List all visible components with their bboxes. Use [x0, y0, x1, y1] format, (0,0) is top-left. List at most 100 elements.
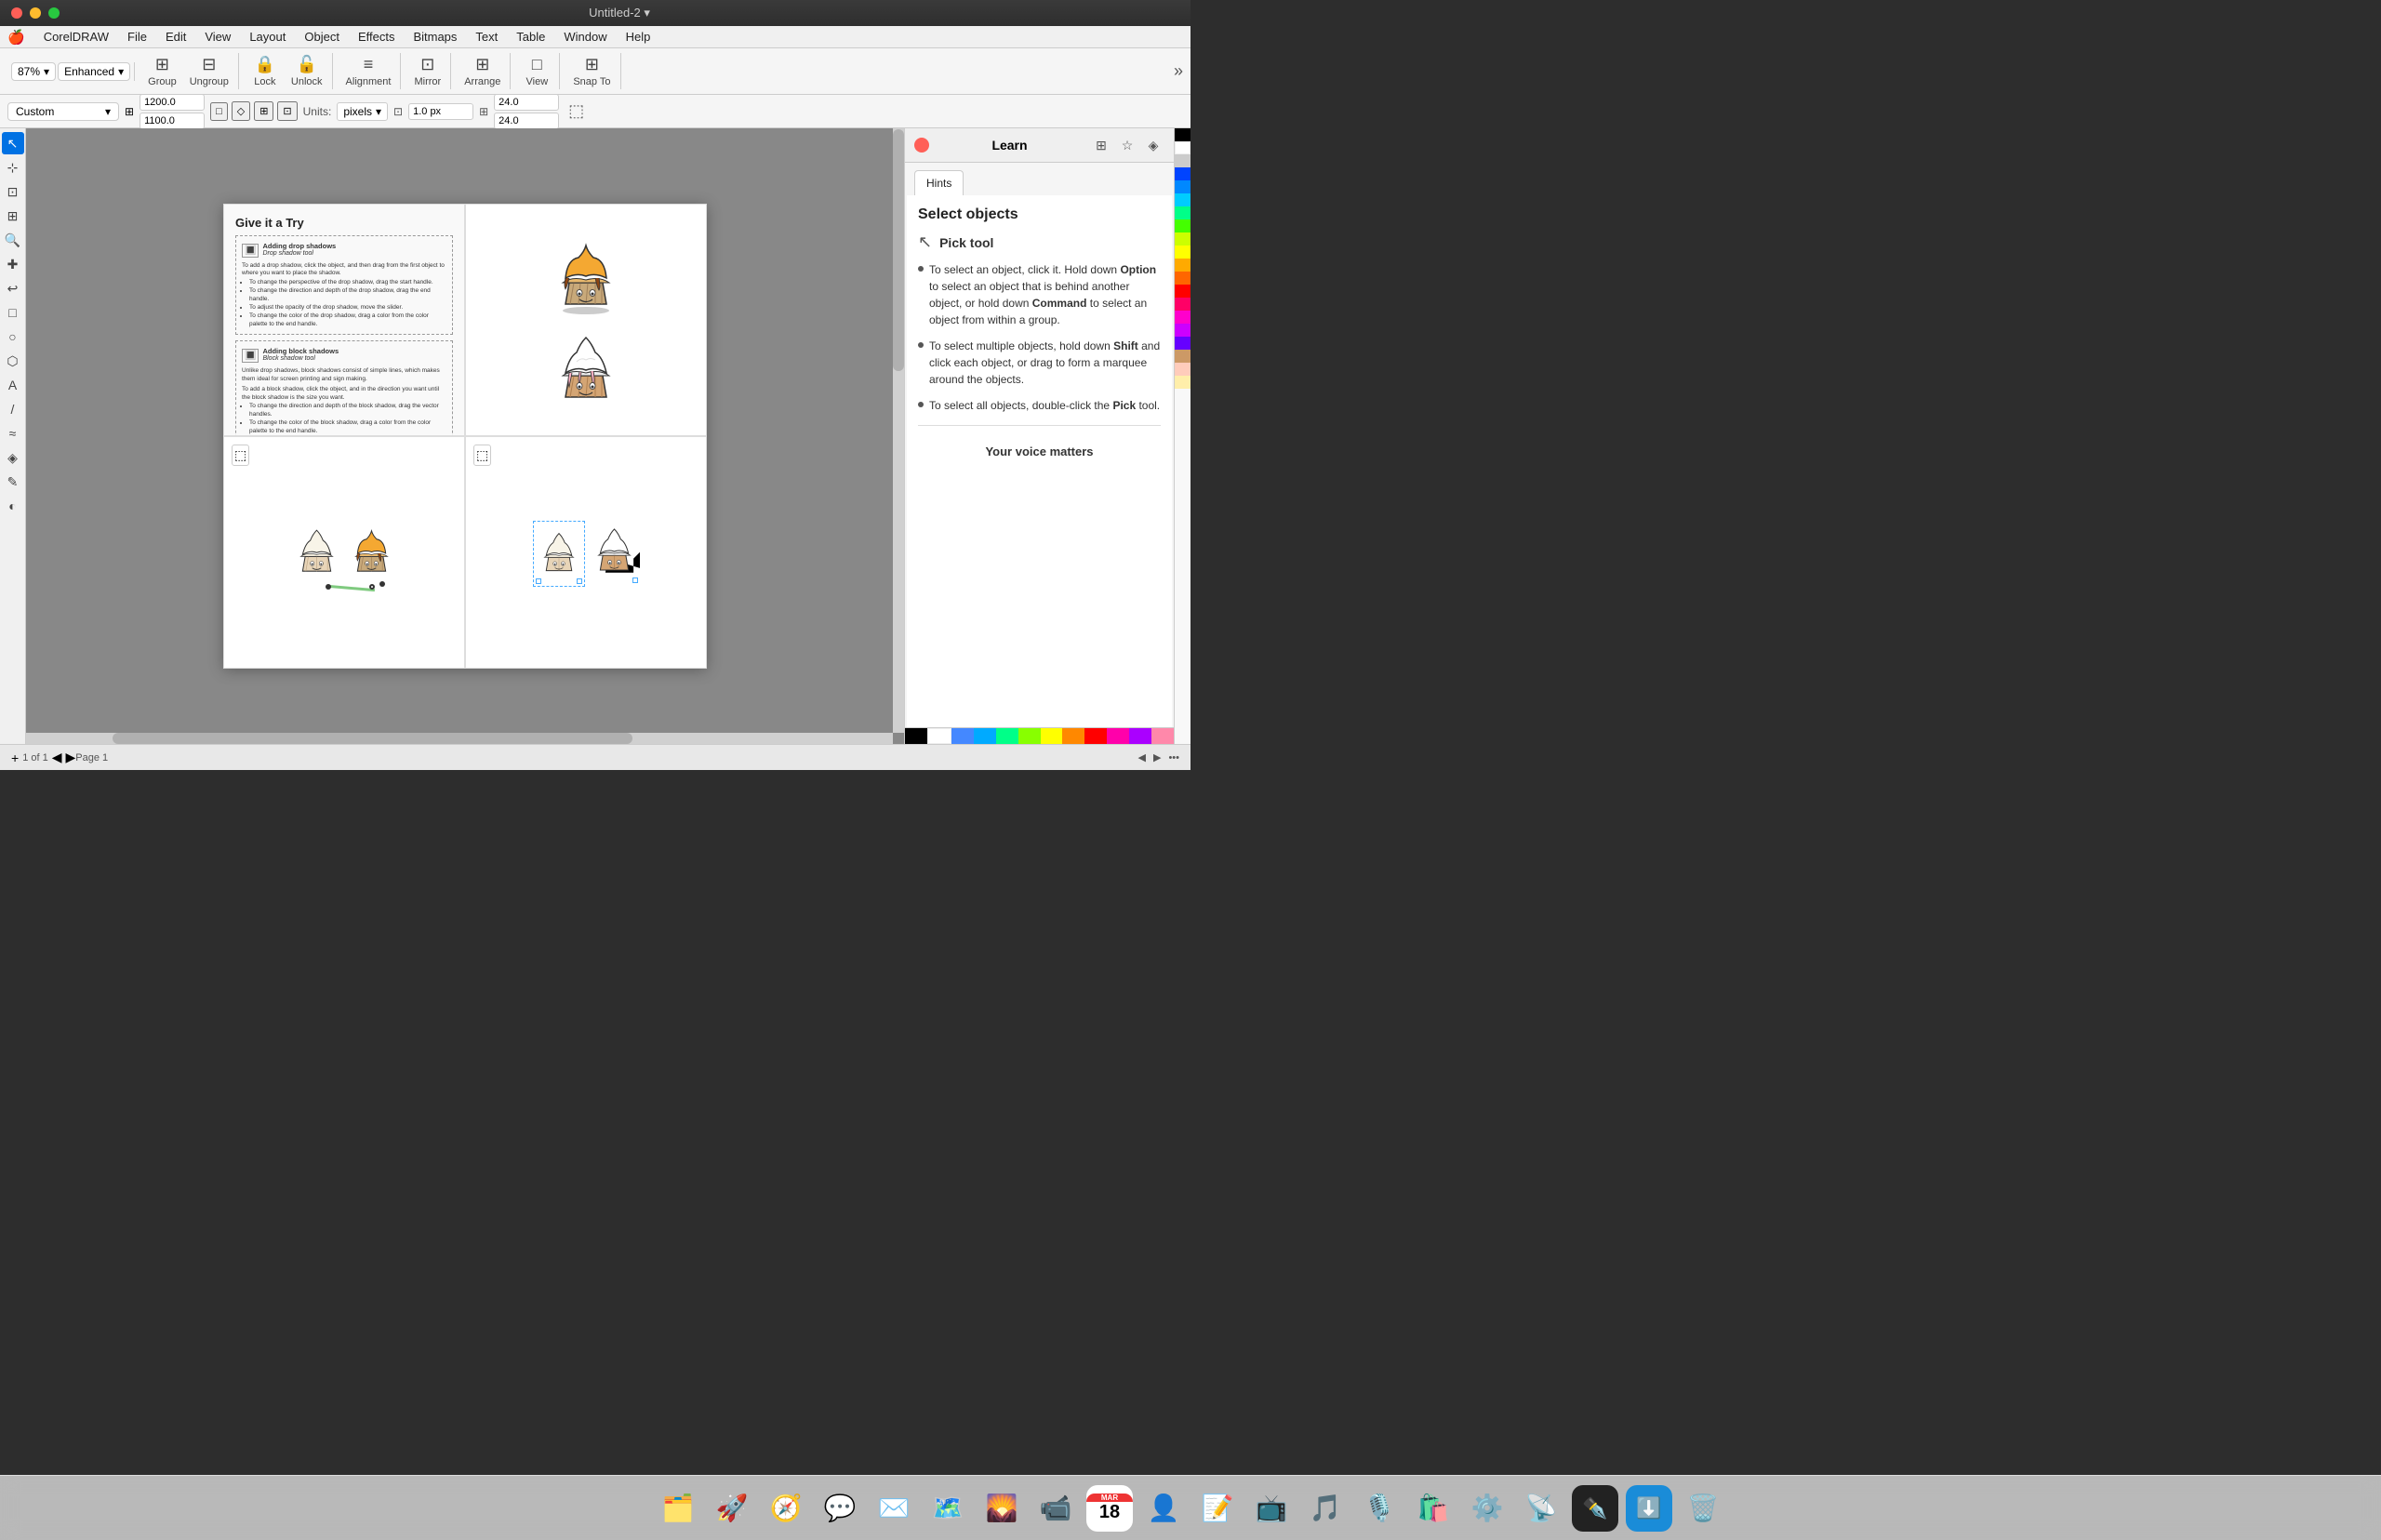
color-swatch[interactable] [1084, 728, 1107, 744]
arrange-button[interactable]: ⊞ Arrange [459, 53, 506, 89]
node-tool-btn[interactable]: ⊹ [2, 156, 24, 179]
h-scrollbar[interactable] [26, 733, 893, 744]
palette-swatch[interactable] [1175, 259, 1190, 272]
palette-swatch[interactable] [1175, 219, 1190, 232]
dock-notes[interactable]: 📝 [1194, 1485, 1241, 1532]
panel-tool-icon[interactable]: ⬚ [232, 445, 249, 466]
palette-swatch[interactable] [1175, 376, 1190, 389]
units-selector[interactable]: pixels ▾ [337, 102, 388, 121]
palette-swatch[interactable] [1175, 141, 1190, 154]
dock-calendar[interactable]: MAR18 [1086, 1485, 1133, 1532]
handle-tl[interactable] [536, 578, 541, 584]
view-mode-selector[interactable]: Enhanced ▾ [58, 62, 130, 81]
dock-safari[interactable]: 🧭 [763, 1485, 809, 1532]
dock-airdrop[interactable]: 📡 [1518, 1485, 1564, 1532]
color-swatch[interactable] [1062, 728, 1084, 744]
palette-swatch[interactable] [1175, 128, 1190, 141]
color-swatch[interactable] [1107, 728, 1129, 744]
handle-tr[interactable] [577, 578, 582, 584]
palette-swatch[interactable] [1175, 154, 1190, 167]
close-button[interactable] [11, 7, 22, 19]
palette-swatch[interactable] [1175, 363, 1190, 376]
transform-btn3[interactable]: ⊞ [254, 101, 273, 121]
transform-btn2[interactable]: ◇ [232, 101, 250, 121]
unlock-button[interactable]: 🔓 Unlock [286, 53, 328, 89]
panel-icon2[interactable]: ☆ [1116, 134, 1138, 156]
freehand-tool-btn[interactable]: ✚ [2, 253, 24, 275]
page-nav-btn2[interactable]: ▶ [1153, 751, 1161, 763]
dock-settings[interactable]: ⚙️ [1464, 1485, 1510, 1532]
select-shape-btn[interactable]: ⬚ [568, 101, 584, 121]
canvas-scroll[interactable]: Give it a Try 🔳 Adding drop shadows Drop… [26, 128, 904, 744]
page-nav-btn[interactable]: ◀ [1138, 751, 1146, 763]
menu-bitmaps[interactable]: Bitmaps [406, 28, 464, 46]
dock-photos[interactable]: 🌄 [978, 1485, 1025, 1532]
palette-swatch[interactable] [1175, 311, 1190, 324]
color-swatch[interactable] [1151, 728, 1174, 744]
color-swatch[interactable] [905, 728, 927, 744]
panel-icon3[interactable]: ◈ [1142, 134, 1164, 156]
eyedropper-tool-btn[interactable]: ✎ [2, 471, 24, 493]
menu-text[interactable]: Text [468, 28, 505, 46]
color-swatch[interactable] [927, 728, 951, 744]
nav-prev-btn[interactable]: ◀ [52, 750, 62, 765]
w2-field[interactable]: 24.0 [494, 94, 559, 111]
preset-selector[interactable]: Custom ▾ [7, 102, 119, 121]
mirror-button[interactable]: ⊡ Mirror [408, 53, 446, 89]
color-swatch[interactable] [996, 728, 1018, 744]
polygon-tool-btn[interactable]: ⬡ [2, 350, 24, 372]
dock-finder[interactable]: 🗂️ [655, 1485, 701, 1532]
menu-edit[interactable]: Edit [158, 28, 193, 46]
color-swatch[interactable] [1129, 728, 1151, 744]
dock-music[interactable]: 🎵 [1302, 1485, 1349, 1532]
color-swatch[interactable] [1041, 728, 1063, 744]
dock-pen[interactable]: ✒️ [1572, 1485, 1618, 1532]
menu-layout[interactable]: Layout [242, 28, 293, 46]
dock-maps[interactable]: 🗺️ [924, 1485, 971, 1532]
canvas-area[interactable]: Give it a Try 🔳 Adding drop shadows Drop… [26, 128, 904, 744]
palette-swatch[interactable] [1175, 298, 1190, 311]
more-btn[interactable]: ••• [1168, 752, 1179, 763]
menu-corel[interactable]: CorelDRAW [36, 28, 116, 46]
menu-file[interactable]: File [120, 28, 154, 46]
color-swatch[interactable] [1018, 728, 1041, 744]
palette-swatch[interactable] [1175, 350, 1190, 363]
add-page-btn[interactable]: + [11, 750, 19, 765]
ungroup-button[interactable]: ⊟ Ungroup [184, 53, 234, 89]
dock-contacts[interactable]: 👤 [1140, 1485, 1187, 1532]
minimize-button[interactable] [30, 7, 41, 19]
color-swatch[interactable] [974, 728, 996, 744]
pick-tool-btn[interactable]: ↖ [2, 132, 24, 154]
zoom-selector[interactable]: 87% ▾ [11, 62, 56, 81]
palette-swatch[interactable] [1175, 167, 1190, 180]
height-field[interactable]: 1100.0 [140, 113, 205, 129]
palette-swatch[interactable] [1175, 206, 1190, 219]
pen-tool-btn[interactable]: / [2, 398, 24, 420]
zoom-tool-btn[interactable]: 🔍 [2, 229, 24, 251]
h2-field[interactable]: 24.0 [494, 113, 559, 129]
alignment-button[interactable]: ≡ Alignment [340, 53, 397, 89]
color-swatch[interactable] [951, 728, 974, 744]
transform-tool-btn[interactable]: ⊡ [2, 180, 24, 203]
dock-mail[interactable]: ✉️ [871, 1485, 917, 1532]
nav-next-btn[interactable]: ▶ [66, 750, 76, 765]
maximize-button[interactable] [48, 7, 60, 19]
dock-download[interactable]: ⬇️ [1626, 1485, 1672, 1532]
paint-tool-btn[interactable]: ◈ [2, 446, 24, 469]
view-button[interactable]: □ View [518, 53, 555, 89]
panel-close-button[interactable]: × [914, 138, 929, 153]
menu-view[interactable]: View [197, 28, 238, 46]
block-panel-tool-icon[interactable]: ⬚ [473, 445, 491, 466]
text-tool-btn[interactable]: A [2, 374, 24, 396]
palette-swatch[interactable] [1175, 180, 1190, 193]
apple-menu[interactable]: 🍎 [7, 29, 25, 46]
lock-button[interactable]: 🔒 Lock [246, 53, 284, 89]
ellipse-tool-btn[interactable]: ○ [2, 325, 24, 348]
crop-tool-btn[interactable]: ⊞ [2, 205, 24, 227]
dock-messages[interactable]: 💬 [817, 1485, 863, 1532]
palette-swatch[interactable] [1175, 193, 1190, 206]
dock-appstore[interactable]: 🛍️ [1410, 1485, 1457, 1532]
palette-swatch[interactable] [1175, 285, 1190, 298]
hints-tab[interactable]: Hints [914, 170, 964, 195]
block-handle[interactable] [632, 578, 638, 583]
